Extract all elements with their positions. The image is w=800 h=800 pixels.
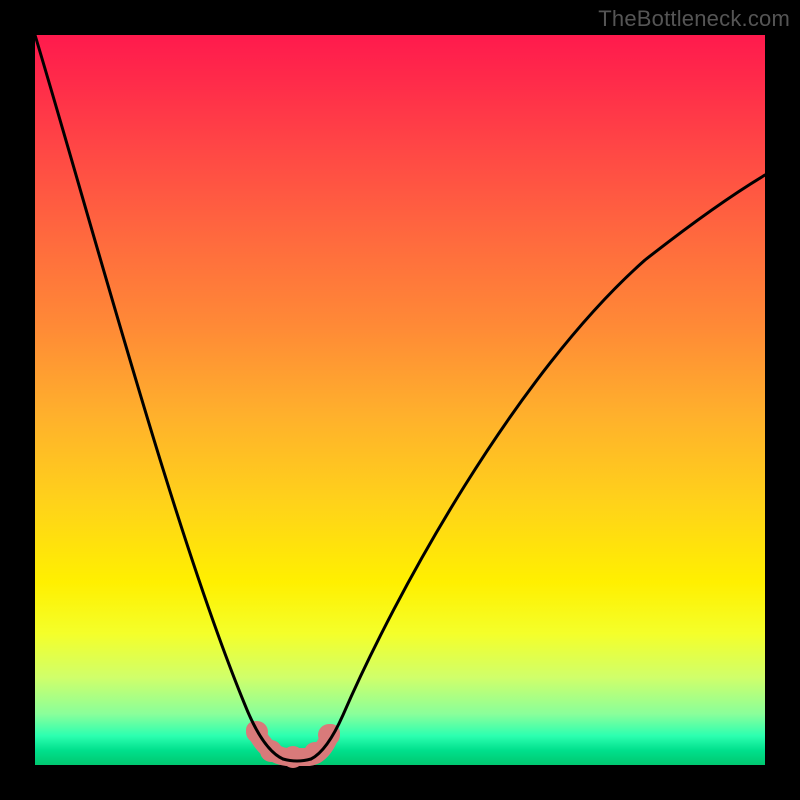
chart-frame: TheBottleneck.com xyxy=(0,0,800,800)
curve-left-branch xyxy=(35,35,283,759)
curve-right-branch xyxy=(311,175,765,759)
chart-svg xyxy=(35,35,765,765)
highlight-dot xyxy=(282,746,304,768)
watermark-text: TheBottleneck.com xyxy=(598,6,790,32)
